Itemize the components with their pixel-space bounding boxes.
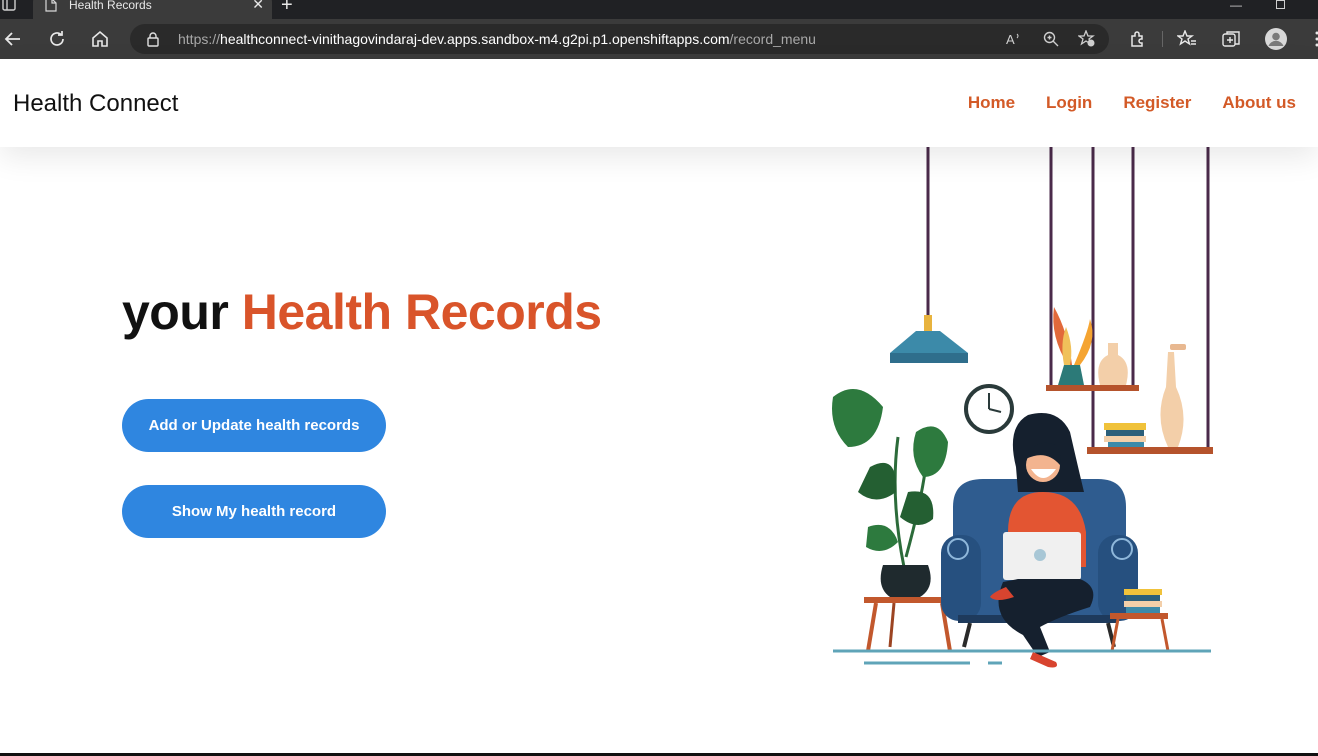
nav-login[interactable]: Login xyxy=(1046,93,1092,113)
main-nav: Home Login Register About us xyxy=(937,93,1296,113)
address-bar[interactable]: https://healthconnect-vinithagovindaraj-… xyxy=(130,24,1109,54)
add-update-records-button[interactable]: Add or Update health records xyxy=(122,399,386,452)
nav-register[interactable]: Register xyxy=(1123,93,1191,113)
tab-title: Health Records xyxy=(69,0,152,12)
favorites-icon[interactable] xyxy=(1176,28,1198,50)
minimize-icon[interactable]: — xyxy=(1230,0,1242,12)
page-icon xyxy=(45,0,57,12)
svg-text:A: A xyxy=(1006,32,1015,47)
browser-toolbar: https://healthconnect-vinithagovindaraj-… xyxy=(0,19,1318,59)
browser-tab[interactable]: Health Records ✕ xyxy=(33,0,272,19)
url-text[interactable]: https://healthconnect-vinithagovindaraj-… xyxy=(178,31,816,47)
hero-title: your Health Records xyxy=(122,283,602,341)
nav-home[interactable]: Home xyxy=(968,93,1015,113)
read-aloud-icon[interactable]: A xyxy=(1006,30,1024,48)
hero-title-accent: Health Records xyxy=(241,284,602,340)
reload-icon[interactable] xyxy=(46,28,68,50)
home-icon[interactable] xyxy=(89,28,111,50)
lock-icon[interactable] xyxy=(146,31,160,47)
toolbar-divider xyxy=(1162,31,1163,47)
url-scheme: https:// xyxy=(178,31,221,47)
new-tab-icon[interactable]: + xyxy=(281,0,293,15)
zoom-icon[interactable] xyxy=(1042,30,1060,48)
add-favorite-icon[interactable] xyxy=(1078,30,1096,48)
url-path: /record_menu xyxy=(729,31,816,47)
collections-icon[interactable] xyxy=(1220,28,1242,50)
back-icon[interactable] xyxy=(2,28,24,50)
brand-logo-text[interactable]: Health Connect xyxy=(13,90,178,118)
woman-on-sofa-illustration xyxy=(832,147,1213,668)
nav-about-us[interactable]: About us xyxy=(1222,93,1296,113)
show-my-record-button[interactable]: Show My health record xyxy=(122,485,386,538)
more-icon[interactable] xyxy=(1306,28,1318,50)
site-header: Health Connect Home Login Register About… xyxy=(0,59,1318,147)
restore-icon[interactable] xyxy=(1276,0,1285,9)
sidebar-icon[interactable] xyxy=(2,0,16,11)
close-tab-icon[interactable]: ✕ xyxy=(252,0,264,11)
browser-tab-bar: Health Records ✕ + — xyxy=(0,0,1318,19)
profile-icon[interactable] xyxy=(1265,28,1287,50)
hero-title-prefix: your xyxy=(122,284,229,340)
url-host: healthconnect-vinithagovindaraj-dev.apps… xyxy=(220,31,730,47)
extensions-icon[interactable] xyxy=(1127,28,1149,50)
